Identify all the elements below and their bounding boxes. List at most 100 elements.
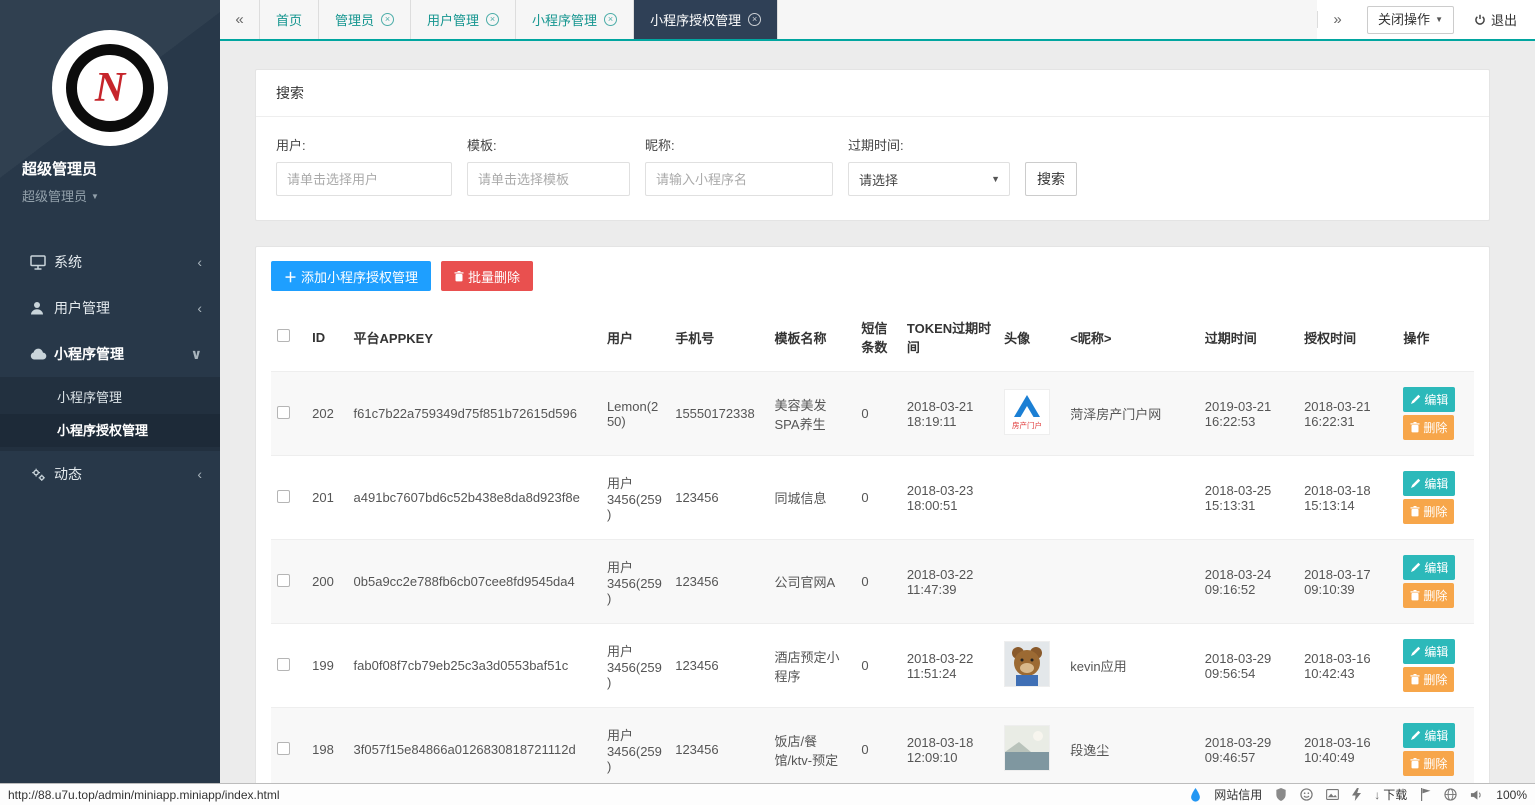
cell-template-name: 饭店/餐馆/ktv-预定: [769, 708, 856, 784]
chevron-left-icon: ‹: [197, 300, 202, 316]
cell-nickname: [1064, 456, 1198, 540]
cell-appkey: a491bc7607bd6c52b438e8da8d923f8e: [348, 456, 601, 540]
sidebar: N 超级管理员 超级管理员▼ 系统‹用户管理‹小程序管理∨小程序管理小程序授权管…: [0, 0, 220, 783]
admin-name: 超级管理员: [22, 158, 220, 179]
cell-auth-time: 2018-03-21 16:22:31: [1298, 372, 1397, 456]
sidebar-subitem-小程序授权管理[interactable]: 小程序授权管理: [0, 414, 220, 447]
open-tabs: 首页管理员×用户管理×小程序管理×小程序授权管理×: [260, 0, 1317, 39]
row-checkbox[interactable]: [277, 574, 290, 587]
search-button[interactable]: 搜索: [1025, 162, 1077, 196]
pencil-icon: [1410, 562, 1421, 573]
delete-button[interactable]: 删除: [1403, 583, 1454, 608]
edit-button[interactable]: 编辑: [1403, 555, 1455, 580]
tab-label: 小程序管理: [532, 10, 597, 29]
flag-icon[interactable]: [1420, 788, 1431, 801]
table-header-row: ID平台APPKEY用户手机号模板名称短信条数TOKEN过期时间头像<昵称>过期…: [271, 303, 1474, 372]
sidebar-item-label: 小程序管理: [54, 344, 124, 364]
avatar-landscape-photo: [1004, 725, 1050, 771]
sidebar-subitem-小程序管理[interactable]: 小程序管理: [0, 381, 220, 414]
select-all-checkbox[interactable]: [277, 329, 290, 342]
cell-nickname: 段逸尘: [1064, 708, 1198, 784]
user-select-input[interactable]: [276, 162, 452, 196]
expire-time-field: 过期时间: 请选择 ▼: [848, 135, 1010, 196]
download-button[interactable]: ↓ 下载: [1374, 786, 1407, 803]
gears-icon: [30, 467, 54, 482]
water-drop-icon[interactable]: [1190, 788, 1201, 802]
tab-首页[interactable]: 首页: [260, 0, 319, 39]
tabbar-right-zone: » 关闭操作▼ 退出: [1317, 0, 1535, 39]
tabs-scroll-right-button[interactable]: »: [1317, 11, 1357, 28]
svg-text:房产门户: 房产门户: [1012, 420, 1042, 430]
cell-phone: 123456: [669, 624, 768, 708]
caret-down-icon: ▼: [1435, 15, 1443, 24]
delete-button[interactable]: 删除: [1403, 415, 1454, 440]
sidebar-item-动态[interactable]: 动态‹: [0, 451, 220, 497]
tab-close-icon[interactable]: ×: [486, 13, 499, 26]
site-credit-label[interactable]: 网站信用: [1214, 786, 1262, 803]
monitor-icon: [30, 255, 54, 270]
nickname-field-label: 昵称:: [645, 135, 833, 154]
template-select-input[interactable]: [467, 162, 630, 196]
cell-user: Lemon(250): [601, 372, 669, 456]
tabbar: « 首页管理员×用户管理×小程序管理×小程序授权管理× » 关闭操作▼ 退出: [220, 0, 1535, 41]
tab-close-icon[interactable]: ×: [748, 13, 761, 26]
sidebar-item-用户管理[interactable]: 用户管理‹: [0, 285, 220, 331]
row-checkbox[interactable]: [277, 490, 290, 503]
delete-button[interactable]: 删除: [1403, 751, 1454, 776]
table-row: 199fab0f08f7cb79eb25c3a3d0553baf51c用户345…: [271, 624, 1474, 708]
row-checkbox[interactable]: [277, 742, 290, 755]
cell-token-expire: 2018-03-22 11:51:24: [901, 624, 998, 708]
speaker-icon[interactable]: [1470, 789, 1483, 801]
row-checkbox[interactable]: [277, 658, 290, 671]
admin-role-dropdown[interactable]: 超级管理员▼: [22, 186, 220, 205]
image-icon[interactable]: [1326, 789, 1339, 800]
brand-logo-ring: N: [66, 44, 154, 132]
expire-time-select[interactable]: 请选择 ▼: [848, 162, 1010, 196]
globe-icon[interactable]: [1444, 788, 1457, 801]
tab-用户管理[interactable]: 用户管理×: [411, 0, 516, 39]
edit-button[interactable]: 编辑: [1403, 387, 1455, 412]
tab-小程序授权管理[interactable]: 小程序授权管理 ×: [634, 0, 778, 39]
table-row: 2000b5a9cc2e788fb6cb07cee8fd9545da4用户345…: [271, 540, 1474, 624]
main-column: « 首页管理员×用户管理×小程序管理×小程序授权管理× » 关闭操作▼ 退出 搜…: [220, 0, 1535, 783]
edit-button[interactable]: 编辑: [1403, 471, 1455, 496]
edit-button[interactable]: 编辑: [1403, 723, 1455, 748]
row-checkbox[interactable]: [277, 406, 290, 419]
tab-小程序管理[interactable]: 小程序管理 ×: [516, 0, 634, 39]
nickname-field: 昵称:: [645, 135, 833, 196]
search-panel: 搜索 用户: 模板: 昵称: 过期时间:: [255, 69, 1490, 221]
tab-管理员[interactable]: 管理员 ×: [319, 0, 411, 39]
cell-id: 200: [306, 540, 347, 624]
sidebar-item-小程序管理[interactable]: 小程序管理 ∨: [0, 331, 220, 377]
sidebar-item-系统[interactable]: 系统‹: [0, 239, 220, 285]
cell-sms-count: 0: [855, 372, 901, 456]
authorization-table-panel: ＋添加小程序授权管理 批量删除: [255, 246, 1490, 783]
tab-label: 管理员: [335, 10, 374, 29]
cell-user: 用户3456(259): [601, 708, 669, 784]
tabs-scroll-left-button[interactable]: «: [220, 0, 260, 39]
logout-button[interactable]: 退出: [1466, 10, 1525, 29]
close-operations-dropdown[interactable]: 关闭操作▼: [1367, 6, 1454, 34]
delete-button[interactable]: 删除: [1403, 499, 1454, 524]
sidebar-item-label: 系统: [54, 252, 82, 272]
zoom-level[interactable]: 100%: [1496, 788, 1527, 802]
smiley-icon[interactable]: [1300, 788, 1313, 801]
edit-button[interactable]: 编辑: [1403, 639, 1455, 664]
lightning-icon[interactable]: [1352, 788, 1361, 801]
tab-close-icon[interactable]: ×: [604, 13, 617, 26]
tab-close-icon[interactable]: ×: [381, 13, 394, 26]
cell-sms-count: 0: [855, 456, 901, 540]
nickname-input[interactable]: [645, 162, 833, 196]
delete-button[interactable]: 删除: [1403, 667, 1454, 692]
shield-icon[interactable]: [1275, 788, 1287, 801]
table-toolbar: ＋添加小程序授权管理 批量删除: [271, 261, 1474, 291]
cell-template-name: 公司官网A: [769, 540, 856, 624]
column-header: 用户: [601, 303, 669, 372]
trash-icon: [1410, 506, 1420, 517]
tab-label: 小程序授权管理: [650, 10, 741, 29]
batch-delete-button[interactable]: 批量删除: [441, 261, 533, 291]
cell-auth-time: 2018-03-16 10:42:43: [1298, 624, 1397, 708]
add-authorization-button[interactable]: ＋添加小程序授权管理: [271, 261, 431, 291]
sidebar-item-label: 动态: [54, 464, 82, 484]
chevron-down-icon: ∨: [191, 346, 202, 363]
